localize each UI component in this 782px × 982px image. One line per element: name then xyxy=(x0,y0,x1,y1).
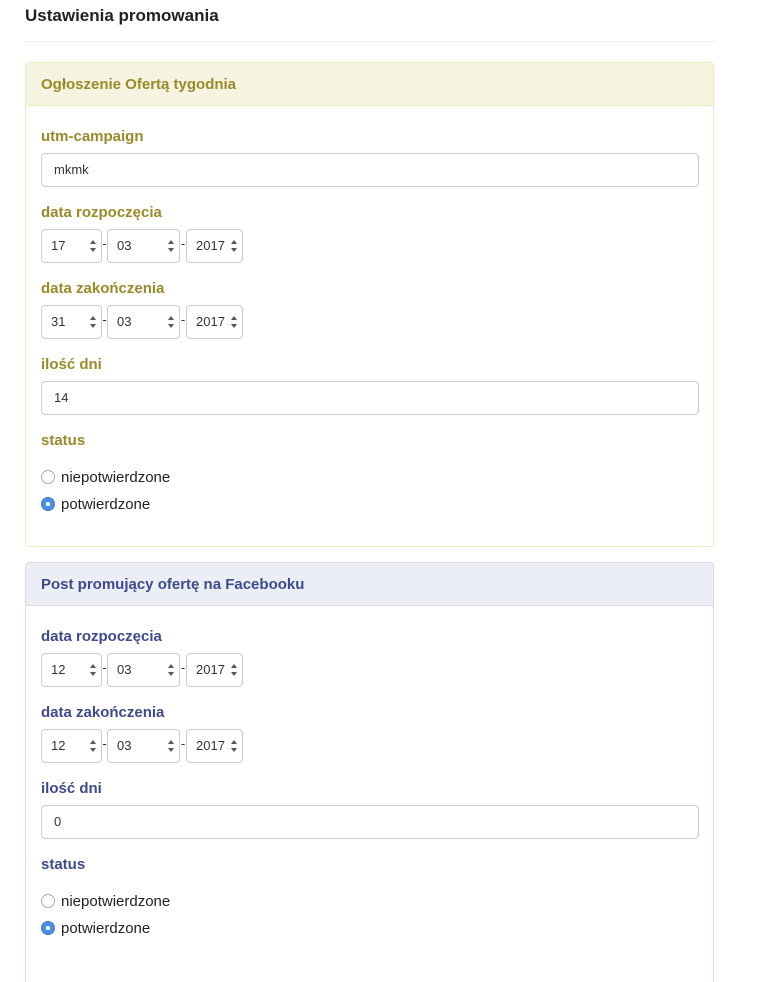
selected-day: 12 xyxy=(51,662,66,677)
days-count-label: ilość dni xyxy=(41,356,102,373)
selected-month: 03 xyxy=(117,662,132,677)
selected-day: 12 xyxy=(51,738,66,753)
status-label: status xyxy=(41,432,86,449)
radio-button-checked[interactable] xyxy=(41,921,55,935)
panel-heading: Post promujący ofertę na Facebooku xyxy=(26,563,713,606)
stepper-arrows-icon xyxy=(89,663,97,677)
start-year-select[interactable]: 2017 xyxy=(186,229,243,263)
days-count-label: ilość dni xyxy=(41,780,102,797)
start-date-row: 12 - 03 - 2017 xyxy=(41,653,251,687)
selected-month: 03 xyxy=(117,238,132,253)
stepper-arrows-icon xyxy=(89,739,97,753)
radio-button-checked[interactable] xyxy=(41,497,55,511)
stepper-arrows-icon xyxy=(89,315,97,329)
stepper-arrows-icon xyxy=(230,315,238,329)
stepper-arrows-icon xyxy=(230,739,238,753)
end-day-select[interactable]: 31 xyxy=(41,305,102,339)
end-date-row: 12 - 03 - 2017 xyxy=(41,729,251,763)
end-date-label: data zakończenia xyxy=(41,280,165,297)
end-date-row: 31 - 03 - 2017 xyxy=(41,305,251,339)
days-count-input[interactable]: 14 xyxy=(41,381,699,415)
radio-label: potwierdzone xyxy=(61,920,151,937)
stepper-arrows-icon xyxy=(167,315,175,329)
title-divider xyxy=(25,41,715,42)
end-month-select[interactable]: 03 xyxy=(107,729,180,763)
selected-month: 03 xyxy=(117,314,132,329)
start-day-select[interactable]: 17 xyxy=(41,229,102,263)
start-day-select[interactable]: 12 xyxy=(41,653,102,687)
facebook-post-panel: Post promujący ofertę na Facebooku data … xyxy=(25,562,714,982)
radio-label: niepotwierdzone xyxy=(61,469,171,486)
utm-campaign-input[interactable]: mkmk xyxy=(41,153,699,187)
stepper-arrows-icon xyxy=(167,239,175,253)
end-year-select[interactable]: 2017 xyxy=(186,305,243,339)
end-year-select[interactable]: 2017 xyxy=(186,729,243,763)
start-date-row: 17 - 03 - 2017 xyxy=(41,229,251,263)
end-month-select[interactable]: 03 xyxy=(107,305,180,339)
page-title: Ustawienia promowania xyxy=(25,6,219,25)
utm-campaign-label: utm-campaign xyxy=(41,128,144,145)
stepper-arrows-icon xyxy=(230,239,238,253)
stepper-arrows-icon xyxy=(89,239,97,253)
panel-heading: Ogłoszenie Ofertą tygodnia xyxy=(26,63,713,106)
selected-year: 2017 xyxy=(196,662,225,677)
selected-year: 2017 xyxy=(196,738,225,753)
days-count-input[interactable]: 0 xyxy=(41,805,699,839)
radio-button[interactable] xyxy=(41,470,55,484)
end-day-select[interactable]: 12 xyxy=(41,729,102,763)
stepper-arrows-icon xyxy=(167,739,175,753)
radio-label: niepotwierdzone xyxy=(61,893,171,910)
stepper-arrows-icon xyxy=(167,663,175,677)
end-date-label: data zakończenia xyxy=(41,704,165,721)
selected-day: 31 xyxy=(51,314,66,329)
start-year-select[interactable]: 2017 xyxy=(186,653,243,687)
start-month-select[interactable]: 03 xyxy=(107,653,180,687)
start-date-label: data rozpoczęcia xyxy=(41,628,162,645)
radio-label: potwierdzone xyxy=(61,496,151,513)
start-date-label: data rozpoczęcia xyxy=(41,204,162,221)
start-month-select[interactable]: 03 xyxy=(107,229,180,263)
stepper-arrows-icon xyxy=(230,663,238,677)
selected-year: 2017 xyxy=(196,314,225,329)
status-label: status xyxy=(41,856,86,873)
radio-button[interactable] xyxy=(41,894,55,908)
weekly-offer-panel: Ogłoszenie Ofertą tygodnia utm-campaign … xyxy=(25,62,714,547)
selected-year: 2017 xyxy=(196,238,225,253)
selected-day: 17 xyxy=(51,238,66,253)
selected-month: 03 xyxy=(117,738,132,753)
